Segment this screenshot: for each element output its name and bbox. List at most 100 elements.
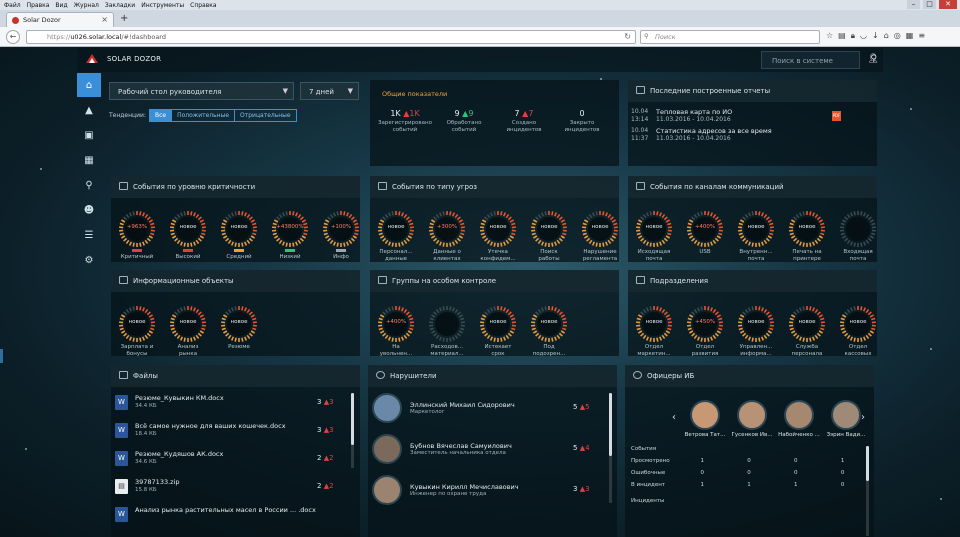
tend-positive-button[interactable]: Положительные <box>172 110 236 121</box>
url-bar[interactable]: https://u026.solar.local/#!dashboard ↻ <box>26 30 636 44</box>
groups-gauge[interactable] <box>427 304 467 344</box>
channels-gauge[interactable]: новое <box>736 209 776 249</box>
new-tab-button[interactable]: + <box>120 13 128 24</box>
file-name[interactable]: Всё самое нужное для ваших кошечек.docx <box>135 422 286 430</box>
system-search-input[interactable]: Поиск в системе ⚲ <box>761 51 877 69</box>
user-settings-icon[interactable]: 👤︎ <box>868 54 879 64</box>
minimize-button[interactable]: – <box>907 0 920 9</box>
violator-name[interactable]: Бубнов Вячеслав Самуилович <box>410 442 512 450</box>
avatar[interactable] <box>372 475 402 505</box>
avatar[interactable] <box>737 400 767 430</box>
avatar[interactable] <box>831 400 861 430</box>
depts-gauge[interactable]: новое <box>634 304 674 344</box>
officer-card[interactable]: Ветрова Тат... <box>681 400 729 438</box>
avatar[interactable] <box>784 400 814 430</box>
groups-gauge[interactable]: новое <box>529 304 569 344</box>
addon-icon[interactable]: ▦ <box>906 31 914 41</box>
violator-name[interactable]: Эллинский Михаил Сидорович <box>410 401 515 409</box>
crit-gauge[interactable]: +43800% <box>270 209 310 249</box>
file-row[interactable]: W Резюме_Кудяшов АК.docx 34.6 КБ 2 ▲2 <box>115 449 345 473</box>
violator-row[interactable]: Кувыкин Кирилл Мечиславович Инженер по ох… <box>372 475 610 511</box>
pdf-icon[interactable]: PDF <box>832 111 841 121</box>
info-gauge[interactable]: новое <box>117 304 157 344</box>
tend-all-button[interactable]: Все <box>150 110 173 121</box>
groups-gauge[interactable]: +400% <box>376 304 416 344</box>
sidebar-home-icon[interactable]: ⌂ <box>77 73 101 97</box>
violator-row[interactable]: Бубнов Вячеслав Самуилович Заместитель на… <box>372 434 610 470</box>
menu-view[interactable]: Вид <box>55 2 67 9</box>
bookmark-star-icon[interactable]: ☆ <box>826 31 833 41</box>
hamburger-menu-icon[interactable]: ≡ <box>918 31 925 41</box>
file-name[interactable]: Резюме_Кувыкин КМ.docx <box>135 394 224 402</box>
groups-gauge[interactable]: новое <box>478 304 518 344</box>
chevron-left-icon[interactable]: ‹ <box>672 412 676 423</box>
officer-card[interactable]: Зэрин Вади... <box>822 400 870 438</box>
threats-gauge[interactable]: новое <box>580 209 620 249</box>
period-select[interactable]: 7 дней ▼ <box>300 82 359 100</box>
crit-gauge[interactable]: новое <box>219 209 259 249</box>
report-title[interactable]: Статистика адресов за все время <box>656 127 772 135</box>
depts-gauge[interactable]: новое <box>736 304 776 344</box>
download-icon[interactable]: ↓ <box>872 31 879 41</box>
menu-help[interactable]: Справка <box>190 2 216 9</box>
channels-gauge[interactable]: +400% <box>685 209 725 249</box>
violator-row[interactable]: Эллинский Михаил Сидорович Маркетолог 5 ▲5 <box>372 393 610 429</box>
menu-edit[interactable]: Правка <box>27 2 50 9</box>
browser-search-input[interactable]: ⚲ Поиск <box>640 30 820 44</box>
reading-list-icon[interactable]: ▤ <box>838 31 846 41</box>
info-gauge[interactable]: новое <box>168 304 208 344</box>
depts-gauge[interactable]: новое <box>787 304 827 344</box>
avatar[interactable] <box>690 400 720 430</box>
lock-icon[interactable]: 🔒︎ <box>851 31 855 41</box>
violators-scroll-thumb[interactable] <box>609 393 612 456</box>
threats-gauge[interactable]: новое <box>478 209 518 249</box>
sync-icon[interactable]: ◎ <box>894 31 901 41</box>
officer-card[interactable]: Набойченко ... <box>775 400 823 438</box>
close-window-button[interactable]: ✕ <box>939 0 957 9</box>
sidebar-settings-icon[interactable]: ⚙ <box>77 248 101 272</box>
close-tab-icon[interactable]: × <box>101 15 108 24</box>
menu-bookmarks[interactable]: Закладки <box>105 2 135 9</box>
file-row[interactable]: W Анализ рынка растительных масел в Росси… <box>115 505 345 529</box>
menu-history[interactable]: Журнал <box>74 2 99 9</box>
file-row[interactable]: ▤ 39787133.zip 15.8 КБ 2 ▲2 <box>115 477 345 501</box>
file-name[interactable]: 39787133.zip <box>135 478 180 486</box>
sidebar-table-icon[interactable]: ▦ <box>77 148 101 172</box>
tend-negative-button[interactable]: Отрицательные <box>235 110 296 121</box>
avatar[interactable] <box>372 393 402 423</box>
crit-gauge[interactable]: новое <box>168 209 208 249</box>
maximize-button[interactable]: □ <box>923 0 936 9</box>
channels-gauge[interactable]: новое <box>787 209 827 249</box>
channels-gauge[interactable] <box>838 209 878 249</box>
threats-gauge[interactable]: +300% <box>427 209 467 249</box>
pocket-icon[interactable]: ◡ <box>860 31 867 41</box>
reload-icon[interactable]: ↻ <box>624 32 631 41</box>
avatar[interactable] <box>372 434 402 464</box>
info-gauge[interactable]: новое <box>219 304 259 344</box>
violator-name[interactable]: Кувыкин Кирилл Мечиславович <box>410 483 519 491</box>
sidebar-spy-icon[interactable]: ☻ <box>77 198 101 222</box>
menu-file[interactable]: Файл <box>4 2 21 9</box>
channels-gauge[interactable]: новое <box>634 209 674 249</box>
sidebar-id-card-icon[interactable]: ▣ <box>77 123 101 147</box>
sidebar-bank-icon[interactable]: ▲ <box>77 98 101 122</box>
depts-gauge[interactable]: новое <box>838 304 878 344</box>
threats-gauge[interactable]: новое <box>376 209 416 249</box>
crit-gauge[interactable]: +100% <box>321 209 361 249</box>
officers-scroll-thumb[interactable] <box>866 446 869 481</box>
menu-tools[interactable]: Инструменты <box>141 2 184 9</box>
file-name[interactable]: Анализ рынка растительных масел в России… <box>135 506 316 514</box>
crit-gauge[interactable]: +963% <box>117 209 157 249</box>
file-name[interactable]: Резюме_Кудяшов АК.docx <box>135 450 223 458</box>
file-row[interactable]: W Всё самое нужное для ваших кошечек.docx… <box>115 421 345 445</box>
threats-gauge[interactable]: новое <box>529 209 569 249</box>
sidebar-search-icon[interactable]: ⚲ <box>77 173 101 197</box>
report-title[interactable]: Тепловая карта по ИО <box>656 108 732 116</box>
sidebar-list-icon[interactable]: ☰ <box>77 223 101 247</box>
officer-card[interactable]: Гусенков Ив... <box>728 400 776 438</box>
file-row[interactable]: W Резюме_Кувыкин КМ.docx 34.4 КБ 3 ▲3 <box>115 393 345 417</box>
back-button[interactable]: ← <box>6 30 20 44</box>
depts-gauge[interactable]: +450% <box>685 304 725 344</box>
files-scroll-thumb[interactable] <box>351 393 354 445</box>
desk-select[interactable]: Рабочий стол руководителя ▼ <box>109 82 294 100</box>
